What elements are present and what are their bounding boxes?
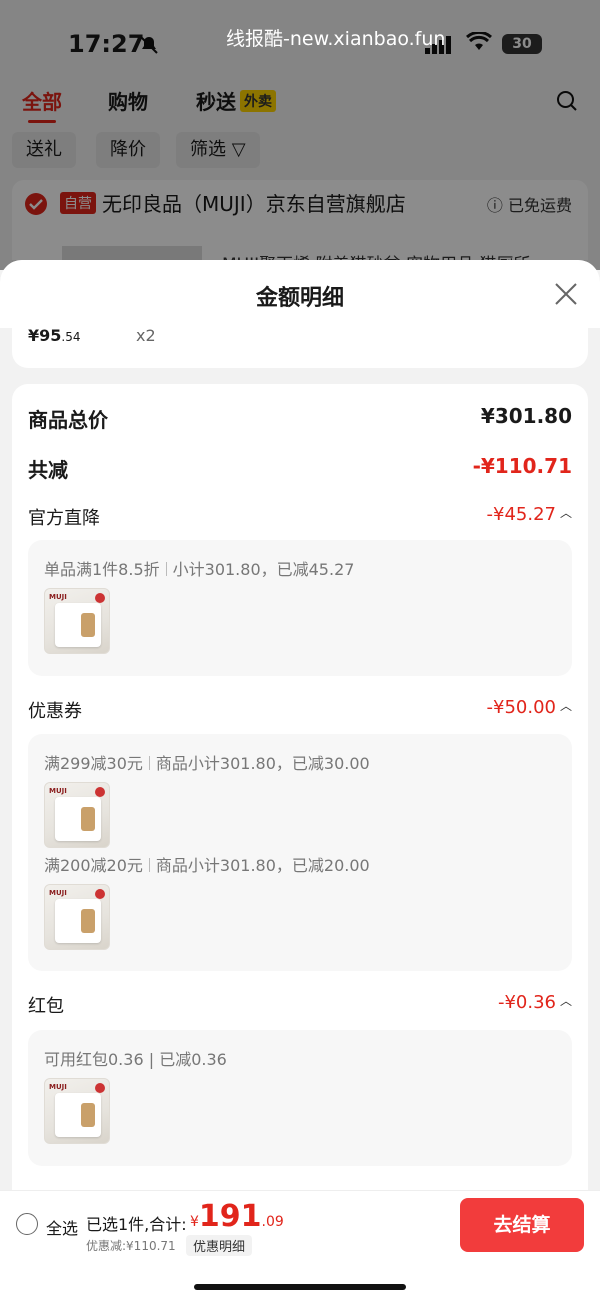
product-thumbnail: MUJI <box>44 884 110 950</box>
official-discount-row[interactable]: 官方直降 -¥45.27 ︿ <box>28 504 572 534</box>
item-price: ¥95.54 <box>28 326 81 345</box>
total-currency: ¥ <box>190 1214 199 1230</box>
item-price-decimal: .54 <box>61 330 81 344</box>
total-int: 191 <box>198 1199 262 1234</box>
select-all-label[interactable]: 全选 <box>46 1215 78 1239</box>
brand-mark-icon <box>95 889 105 899</box>
checkout-bar: 全选 已选1件,合计: ¥191.09 优惠减:¥110.71 优惠明细 去结算 <box>0 1190 600 1260</box>
litter-box-image <box>55 899 101 943</box>
litter-box-image <box>55 797 101 841</box>
coupon-line: 满299减30元 商品小计301.80，已减30.00 <box>44 750 370 774</box>
coupon-label: 优惠券 <box>28 701 82 722</box>
total-amount: ¥191.09 <box>190 1199 284 1234</box>
official-discount-label: 官方直降 <box>28 508 100 529</box>
total-price-value: ¥301.80 <box>480 404 572 428</box>
muji-logo: MUJI <box>49 593 67 601</box>
amount-detail-sheet: 金额明细 ¥95.54 x2 商品总价 ¥301.80 共减 -¥110.71 … <box>0 260 600 1303</box>
chevron-up-icon[interactable]: ︿ <box>560 992 572 1009</box>
official-discount-amount: -¥45.27 ︿ <box>487 504 573 525</box>
select-all-radio[interactable] <box>16 1213 38 1235</box>
product-thumbnail: MUJI <box>44 1078 110 1144</box>
checkout-button[interactable]: 去结算 <box>460 1198 584 1252</box>
divider <box>148 858 150 872</box>
red-packet-value: -¥0.36 <box>497 992 556 1013</box>
item-price-int: ¥95 <box>28 326 62 345</box>
total-price-row: 商品总价 ¥301.80 <box>28 404 572 434</box>
total-reduce-value: -¥110.71 <box>472 454 572 478</box>
brand-mark-icon <box>95 787 105 797</box>
official-discount-box: 单品满1件8.5折 小计301.80，已减45.27 MUJI <box>28 540 572 676</box>
red-packet-label: 红包 <box>28 996 64 1017</box>
muji-logo: MUJI <box>49 1083 67 1091</box>
discount-rule: 单品满1件8.5折 <box>44 560 160 579</box>
coupon-rule: 满200减20元 <box>44 856 143 875</box>
total-price-label: 商品总价 <box>28 408 108 432</box>
litter-box-image <box>55 1093 101 1137</box>
close-icon[interactable] <box>554 282 578 306</box>
discount-subtotal: 小计301.80，已减45.27 <box>172 560 355 579</box>
item-quantity: x2 <box>136 326 156 345</box>
coupon-value: -¥50.00 <box>486 697 556 718</box>
chevron-up-icon[interactable]: ︿ <box>560 504 572 521</box>
muji-logo: MUJI <box>49 787 67 795</box>
sheet-header: 金额明细 <box>0 260 600 328</box>
product-thumbnail: MUJI <box>44 588 110 654</box>
discount-summary: 优惠减:¥110.71 <box>86 1239 176 1253</box>
coupon-subtotal: 商品小计301.80，已减20.00 <box>155 856 370 875</box>
divider <box>148 756 150 770</box>
muji-logo: MUJI <box>49 889 67 897</box>
red-packet-box: 可用红包0.36 | 已减0.36 MUJI <box>28 1030 572 1166</box>
watermark: 线报酷-new.xianbao.fun <box>226 28 446 50</box>
chevron-up-icon[interactable]: ︿ <box>560 697 572 714</box>
selected-summary: 已选1件,合计: <box>86 1215 187 1234</box>
official-discount-value: -¥45.27 <box>486 504 556 525</box>
total-reduce-row: 共减 -¥110.71 <box>28 454 572 484</box>
sheet-title: 金额明细 <box>255 286 344 311</box>
home-indicator[interactable] <box>194 1284 406 1290</box>
coupon-rule: 满299减30元 <box>44 754 143 773</box>
red-packet-line: 可用红包0.36 | 已减0.36 <box>44 1050 227 1069</box>
coupon-subtotal: 商品小计301.80，已减30.00 <box>155 754 370 773</box>
coupon-box: 满299减30元 商品小计301.80，已减30.00 MUJI 满200减20元… <box>28 734 572 971</box>
discount-line: 单品满1件8.5折 小计301.80，已减45.27 <box>44 556 354 580</box>
coupon-amount: -¥50.00 ︿ <box>487 697 573 718</box>
red-packet-row[interactable]: 红包 -¥0.36 ︿ <box>28 992 572 1022</box>
brand-mark-icon <box>95 593 105 603</box>
litter-box-image <box>55 603 101 647</box>
coupon-line: 满200减20元 商品小计301.80，已减20.00 <box>44 852 370 876</box>
coupon-row[interactable]: 优惠券 -¥50.00 ︿ <box>28 697 572 727</box>
brand-mark-icon <box>95 1083 105 1093</box>
amount-detail-card: 商品总价 ¥301.80 共减 -¥110.71 官方直降 -¥45.27 ︿ 单… <box>12 384 588 1303</box>
red-packet-amount: -¥0.36 ︿ <box>498 992 572 1013</box>
total-reduce-label: 共减 <box>28 458 68 482</box>
discount-detail-link[interactable]: 优惠明细 <box>186 1235 253 1256</box>
previous-item-card: ¥95.54 x2 <box>12 326 588 368</box>
total-decimal: .09 <box>261 1214 284 1230</box>
home-indicator-area <box>0 1260 600 1303</box>
divider <box>165 562 167 576</box>
product-thumbnail: MUJI <box>44 782 110 848</box>
